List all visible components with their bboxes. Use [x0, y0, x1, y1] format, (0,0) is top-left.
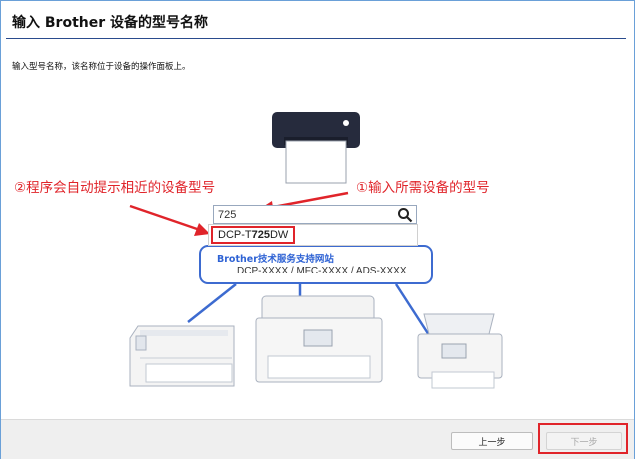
- printer-left-icon: [129, 325, 235, 387]
- connector-line-left: [187, 283, 237, 323]
- model-search-input[interactable]: [218, 207, 388, 222]
- model-format-hint: DCP-XXXX / MFC-XXXX / ADS-XXXX: [237, 266, 407, 273]
- annotation-autosuggest: ②程序会自动提示相近的设备型号: [14, 180, 216, 196]
- suggestion-item[interactable]: DCP-T 725 DW: [211, 226, 296, 244]
- suggestion-prefix: DCP-T: [218, 229, 252, 241]
- support-website-link[interactable]: Brother技术服务支持网站: [217, 251, 334, 265]
- annotation-enter-model: ①输入所需设备的型号: [356, 180, 490, 196]
- generic-printer-icon: [272, 112, 360, 184]
- suggestion-match: 725: [251, 229, 270, 241]
- suggestion-dropdown: DCP-T 725 DW: [208, 224, 418, 246]
- next-button-highlight: [538, 423, 628, 454]
- back-button[interactable]: 上一步: [451, 432, 533, 450]
- supported-models-box: DCP-XXXX / MFC-XXXX / ADS-XXXX Brother技术…: [199, 245, 433, 284]
- printer-center-icon: [255, 295, 383, 383]
- model-search-box[interactable]: [213, 205, 417, 224]
- scanner-right-icon: [417, 313, 503, 389]
- suggestion-suffix: DW: [269, 229, 289, 241]
- search-icon[interactable]: [397, 207, 413, 223]
